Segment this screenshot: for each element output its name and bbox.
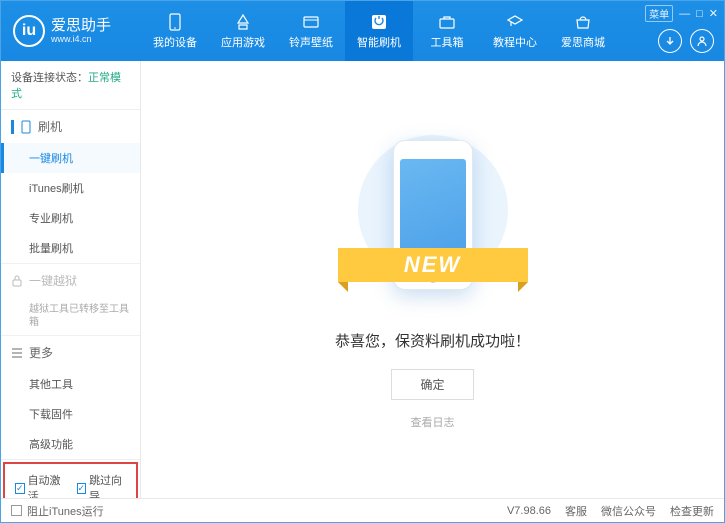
sidebar-item-other-tools[interactable]: 其他工具 (1, 369, 140, 399)
maximize-button[interactable]: □ (696, 8, 703, 20)
app-name: 爱思助手 (51, 18, 111, 35)
sidebar-item-batch-flash[interactable]: 批量刷机 (1, 233, 140, 263)
success-message: 恭喜您，保资料刷机成功啦！ (335, 330, 530, 351)
sidebar-flash-header[interactable]: 刷机 (1, 110, 140, 143)
sidebar-jailbreak-header[interactable]: 一键越狱 (1, 264, 140, 297)
nav-smart-flash[interactable]: 智能刷机 (345, 1, 413, 61)
block-itunes-label: 阻止iTunes运行 (27, 503, 104, 519)
connection-status: 设备连接状态：正常模式 (1, 61, 140, 110)
options-highlight: ✓自动激活 ✓跳过向导 (3, 462, 138, 498)
main-nav: 我的设备 应用游戏 铃声壁纸 智能刷机 工具箱 教程中心 爱思商城 (141, 1, 724, 61)
phone-icon (20, 120, 32, 134)
list-icon (11, 348, 23, 358)
logo: iu 爱思助手 www.i4.cn (1, 15, 141, 47)
block-itunes-checkbox[interactable] (11, 505, 22, 516)
user-button[interactable] (690, 29, 714, 53)
header-actions (658, 29, 714, 53)
menu-button[interactable]: 菜单 (645, 5, 673, 22)
update-link[interactable]: 检查更新 (670, 503, 714, 519)
new-ribbon: NEW (338, 248, 528, 282)
nav-my-device[interactable]: 我的设备 (141, 1, 209, 61)
app-header: iu 爱思助手 www.i4.cn 我的设备 应用游戏 铃声壁纸 智能刷机 工具… (1, 1, 724, 61)
service-link[interactable]: 客服 (565, 503, 587, 519)
sidebar-item-itunes-flash[interactable]: iTunes刷机 (1, 173, 140, 203)
lock-icon (11, 275, 23, 287)
nav-toolbox[interactable]: 工具箱 (413, 1, 481, 61)
toolbox-icon (437, 13, 457, 31)
sidebar-item-pro-flash[interactable]: 专业刷机 (1, 203, 140, 233)
ringtone-icon (301, 13, 321, 31)
main-content: NEW 恭喜您，保资料刷机成功啦！ 确定 查看日志 (141, 61, 724, 498)
sidebar-item-advanced[interactable]: 高级功能 (1, 429, 140, 459)
footer: 阻止iTunes运行 V7.98.66 客服 微信公众号 检查更新 (1, 498, 724, 522)
sidebar-item-download-firmware[interactable]: 下载固件 (1, 399, 140, 429)
sidebar-more-header[interactable]: 更多 (1, 336, 140, 369)
download-button[interactable] (658, 29, 682, 53)
jailbreak-note: 越狱工具已转移至工具箱 (1, 297, 140, 335)
logo-icon: iu (13, 15, 45, 47)
close-button[interactable]: ✕ (709, 7, 718, 20)
sidebar: 设备连接状态：正常模式 刷机 一键刷机 iTunes刷机 专业刷机 批量刷机 一… (1, 61, 141, 498)
nav-store[interactable]: 爱思商城 (549, 1, 617, 61)
nav-apps[interactable]: 应用游戏 (209, 1, 277, 61)
auto-activate-checkbox[interactable]: ✓自动激活 (15, 472, 65, 498)
apps-icon (233, 13, 253, 31)
version-label: V7.98.66 (507, 505, 551, 517)
app-url: www.i4.cn (51, 34, 111, 44)
flash-icon (369, 13, 389, 31)
device-icon (165, 13, 185, 31)
titlebar-controls: 菜单 — □ ✕ (645, 5, 718, 22)
minimize-button[interactable]: — (679, 8, 690, 20)
view-log-link[interactable]: 查看日志 (411, 414, 455, 430)
skip-guide-checkbox[interactable]: ✓跳过向导 (77, 472, 127, 498)
nav-tutorial[interactable]: 教程中心 (481, 1, 549, 61)
success-illustration: NEW (343, 130, 523, 310)
ok-button[interactable]: 确定 (391, 369, 473, 400)
store-icon (573, 13, 593, 31)
wechat-link[interactable]: 微信公众号 (601, 503, 656, 519)
sidebar-item-oneclick-flash[interactable]: 一键刷机 (1, 143, 140, 173)
tutorial-icon (505, 13, 525, 31)
nav-ringtone[interactable]: 铃声壁纸 (277, 1, 345, 61)
